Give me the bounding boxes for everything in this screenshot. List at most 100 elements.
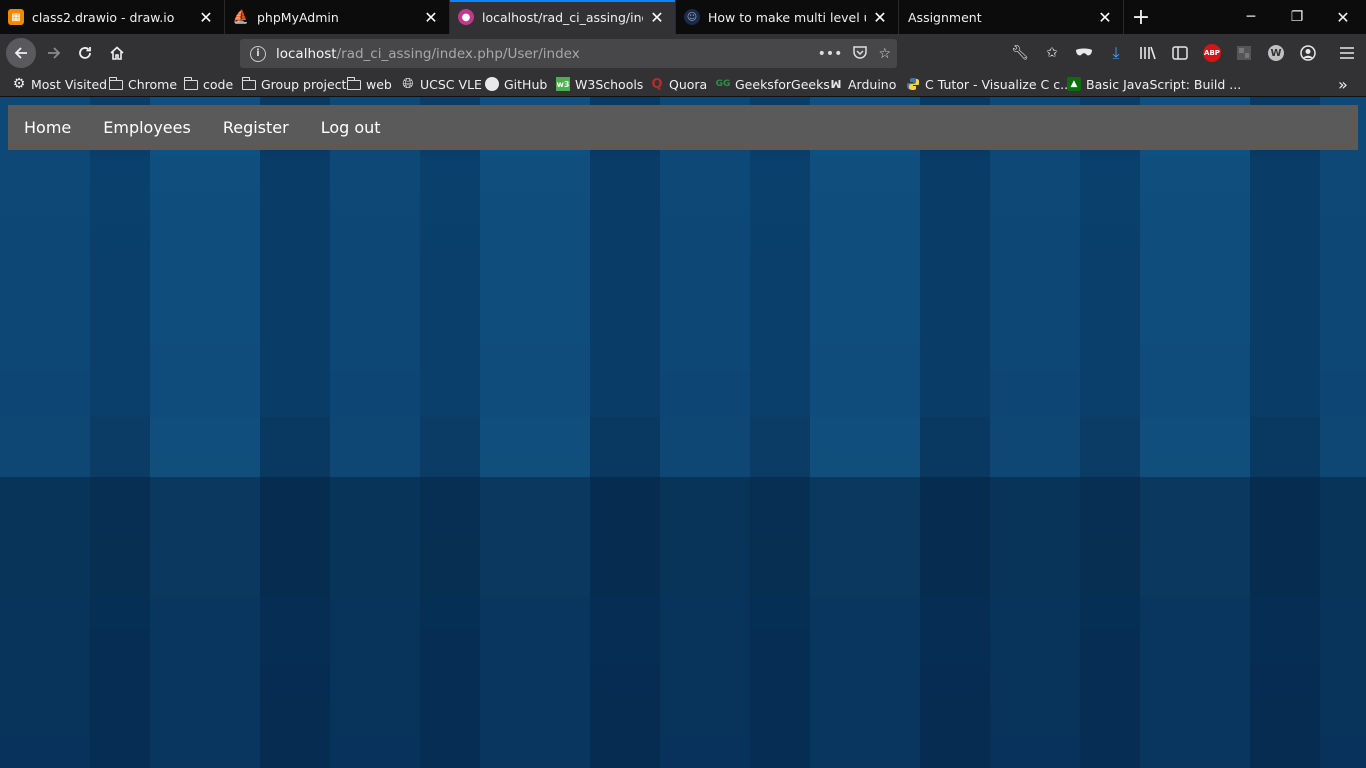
minimize-button[interactable]: ─ — [1228, 0, 1274, 34]
nav-register-link[interactable]: Register — [207, 105, 305, 150]
folder-icon — [346, 77, 361, 91]
tab-phpmyadmin[interactable]: ⛵ phpMyAdmin ✕ — [225, 0, 450, 34]
restore-button[interactable]: ❐ — [1274, 0, 1320, 34]
bookmarks-overflow-chevron-icon[interactable]: » — [1338, 75, 1348, 94]
wrench-icon[interactable]: 🔧︎ — [1010, 43, 1030, 63]
tab-label: Assignment — [908, 9, 982, 25]
close-icon[interactable]: ✕ — [649, 8, 665, 27]
close-icon[interactable]: ✕ — [423, 8, 439, 27]
background-image-band — [0, 477, 1366, 597]
extension-grid-icon[interactable] — [1234, 43, 1254, 63]
tab-localhost[interactable]: ● localhost/rad_ci_assing/index.p ✕ — [450, 0, 676, 34]
arduino-icon: ꟽ — [830, 77, 842, 91]
private-mask-icon[interactable] — [1074, 43, 1094, 63]
tab-assignment[interactable]: Assignment ✕ — [899, 0, 1124, 34]
bookmark-ucsc-vle[interactable]: 🌐︎ UCSC VLE — [401, 75, 482, 93]
back-button[interactable] — [6, 38, 36, 68]
info-icon[interactable]: i — [250, 45, 266, 62]
bookmark-folder-web[interactable]: web — [346, 75, 392, 93]
quora-icon: Q — [651, 76, 663, 92]
reading-list-star-icon[interactable]: ✩ — [1042, 43, 1062, 63]
tab-multilevel-user[interactable]: ☺ How to make multi level user lo ✕ — [676, 0, 899, 34]
bookmark-folder-group-project[interactable]: Group project — [241, 75, 347, 93]
drawio-icon: ▦ — [8, 9, 24, 25]
bookmark-c-tutor[interactable]: C Tutor - Visualize C c... — [906, 75, 1072, 93]
tab-label: class2.drawio - draw.io — [32, 9, 175, 25]
account-icon[interactable] — [1298, 43, 1318, 63]
bookmark-label: web — [366, 76, 392, 92]
nav-home-link[interactable]: Home — [8, 105, 87, 150]
url-path: /rad_ci_assing/index.php/User/index — [336, 45, 580, 62]
address-bar[interactable]: i localhost/rad_ci_assing/index.php/User… — [240, 39, 897, 68]
w3schools-icon: w3 — [556, 77, 570, 91]
bookmark-label: Group project — [261, 76, 347, 92]
bookmark-label: Most Visited — [31, 76, 108, 92]
folder-icon — [108, 77, 123, 91]
background-image-lower — [0, 597, 1366, 768]
tab-drawio[interactable]: ▦ class2.drawio - draw.io ✕ — [0, 0, 225, 34]
gear-icon: ⚙ — [12, 76, 26, 92]
forward-button[interactable] — [40, 39, 68, 67]
page-actions-icon[interactable]: ••• — [818, 46, 843, 62]
close-icon[interactable]: ✕ — [198, 8, 214, 27]
bookmark-label: GeeksforGeeks — [735, 76, 830, 92]
abp-label: ABP — [1203, 44, 1221, 62]
library-icon[interactable] — [1138, 43, 1158, 63]
bookmark-label: Quora — [669, 76, 708, 92]
menu-hamburger-icon[interactable] — [1337, 43, 1357, 63]
bookmark-folder-code[interactable]: code — [183, 75, 234, 93]
nav-logout-link[interactable]: Log out — [305, 105, 397, 150]
bookmarks-toolbar: ⚙ Most Visited Chrome code Group project… — [0, 72, 1366, 97]
bookmark-w3schools[interactable]: w3 W3Schools — [556, 75, 643, 93]
bookmark-label: Basic JavaScript: Build ... — [1086, 76, 1242, 92]
download-icon[interactable]: ⤓ — [1106, 43, 1126, 63]
bookmark-label: Chrome — [128, 76, 178, 92]
bookmark-folder-chrome[interactable]: Chrome — [108, 75, 178, 93]
site-navbar: Home Employees Register Log out — [8, 105, 1358, 150]
geeksforgeeks-icon: GG — [715, 79, 731, 89]
home-button[interactable] — [103, 39, 131, 67]
bookmark-label: UCSC VLE — [420, 76, 482, 92]
close-window-button[interactable]: ✕ — [1320, 0, 1366, 34]
background-image — [0, 157, 1366, 417]
bookmark-arduino[interactable]: ꟽ Arduino — [829, 75, 897, 93]
bookmark-label: GitHub — [504, 76, 548, 92]
bookmark-most-visited[interactable]: ⚙ Most Visited — [12, 75, 107, 93]
profile-icon: ☺ — [684, 9, 700, 25]
home-icon — [110, 46, 124, 60]
close-icon[interactable]: ✕ — [1097, 8, 1113, 27]
navigation-toolbar: i localhost/rad_ci_assing/index.php/User… — [0, 34, 1366, 72]
bookmark-label: W3Schools — [575, 76, 644, 92]
tab-strip: ▦ class2.drawio - draw.io ✕ ⛵ phpMyAdmin… — [0, 0, 1366, 34]
freecodecamp-icon: ▲ — [1067, 77, 1081, 91]
sidebar-icon[interactable] — [1170, 43, 1190, 63]
bookmark-geeksforgeeks[interactable]: GG GeeksforGeeks — [716, 75, 830, 93]
python-icon — [906, 77, 920, 91]
adblock-plus-icon[interactable]: ABP — [1202, 43, 1222, 63]
pocket-icon[interactable] — [852, 44, 868, 64]
bookmark-label: C Tutor - Visualize C c... — [925, 76, 1073, 92]
close-icon[interactable]: ✕ — [872, 8, 888, 27]
bookmark-freecodecamp[interactable]: ▲ Basic JavaScript: Build ... — [1067, 75, 1241, 93]
bookmark-label: Arduino — [848, 76, 897, 92]
bookmark-label: code — [203, 76, 234, 92]
new-tab-button[interactable]: + — [1124, 0, 1158, 34]
bookmark-star-icon[interactable]: ☆ — [878, 46, 891, 62]
folder-icon — [183, 77, 198, 91]
globe-icon: 🌐︎ — [402, 76, 414, 92]
extension-letter: W — [1268, 45, 1284, 61]
site-icon: ● — [458, 9, 474, 25]
forward-arrow-icon — [48, 47, 61, 59]
folder-icon — [241, 77, 256, 91]
bookmark-github[interactable]: GitHub — [485, 75, 547, 93]
page-content: Home Employees Register Log out — [0, 97, 1366, 768]
bookmark-quora[interactable]: Q Quora — [650, 75, 707, 93]
phpmyadmin-icon: ⛵ — [232, 9, 250, 25]
extension-w-icon[interactable]: W — [1266, 43, 1286, 63]
tab-label: localhost/rad_ci_assing/index.p — [482, 9, 643, 25]
reload-button[interactable] — [71, 39, 99, 67]
url-host: localhost — [276, 45, 337, 62]
tab-label: phpMyAdmin — [257, 9, 339, 25]
nav-employees-link[interactable]: Employees — [87, 105, 207, 150]
github-icon — [485, 77, 499, 91]
